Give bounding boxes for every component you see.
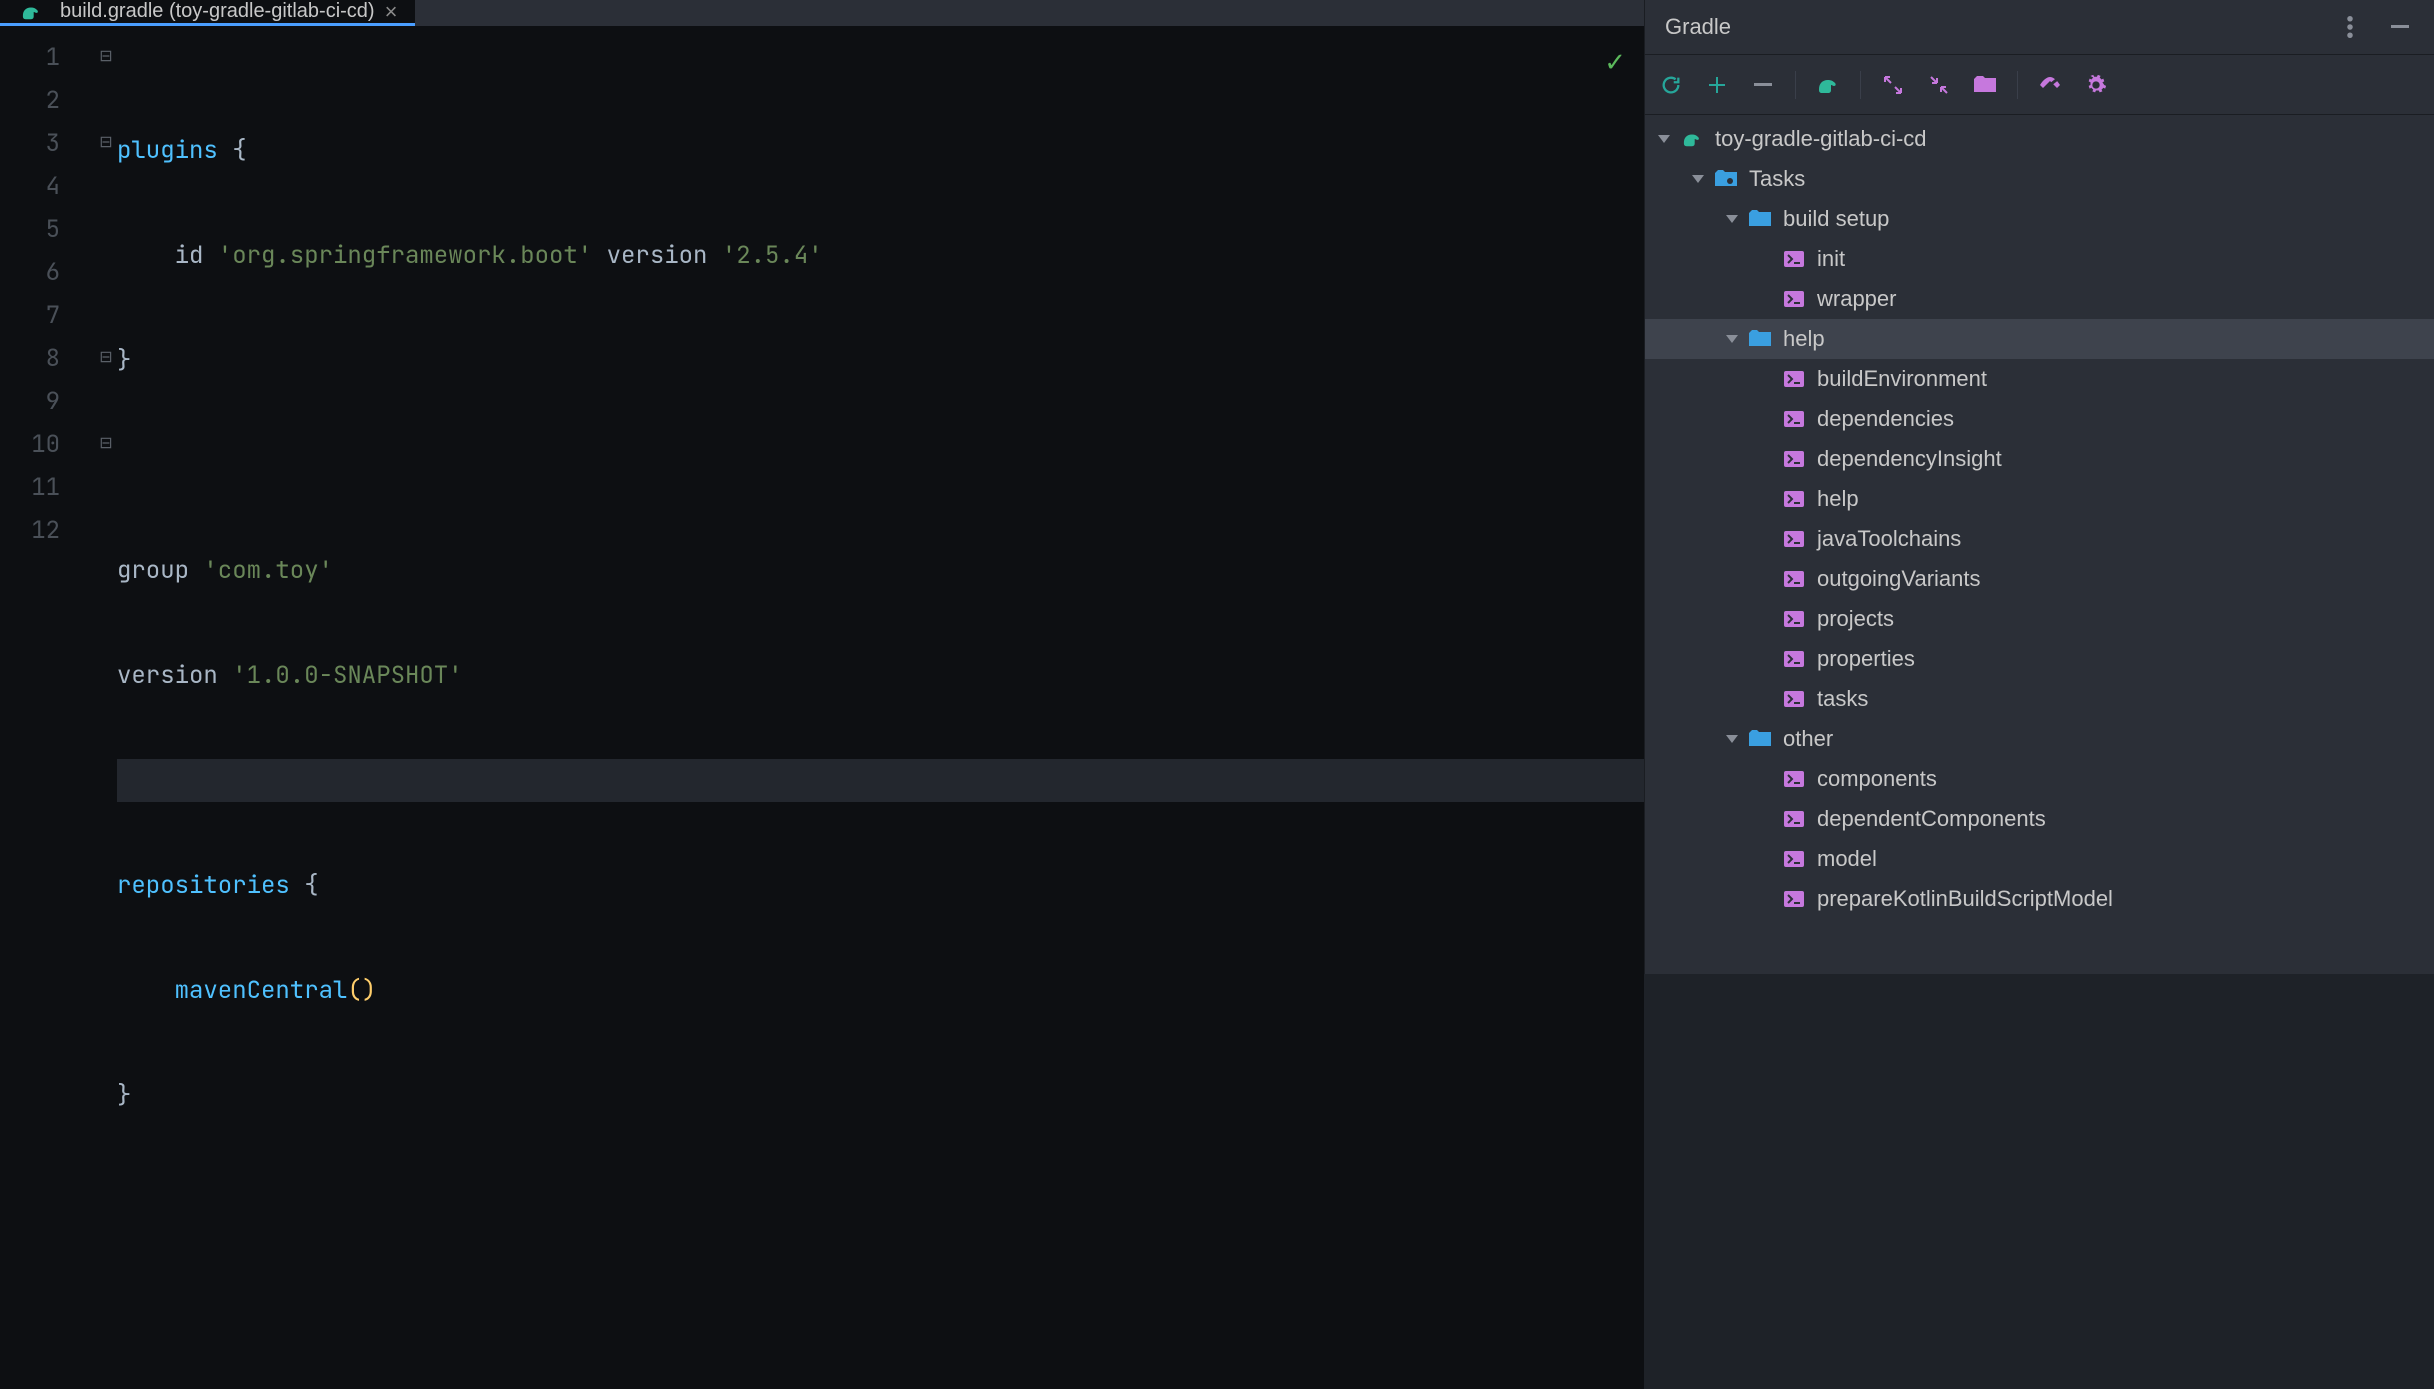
settings-icon[interactable] xyxy=(2082,71,2110,99)
tree-task-properties[interactable]: properties xyxy=(1645,639,2434,679)
tab-title: build.gradle (toy-gradle-gitlab-ci-cd) xyxy=(60,0,375,23)
task-icon xyxy=(1781,251,1807,267)
minus-icon[interactable] xyxy=(1749,71,1777,99)
tree-build-setup-group[interactable]: build setup xyxy=(1645,199,2434,239)
task-icon xyxy=(1781,891,1807,907)
line-number-gutter: 1 2 3 4 5 6 7 8 9 10 11 12 xyxy=(0,26,95,1389)
tree-task-wrapper[interactable]: wrapper xyxy=(1645,279,2434,319)
project-structure-icon[interactable] xyxy=(1971,71,1999,99)
tree-task-dependentcomponents[interactable]: dependentComponents xyxy=(1645,799,2434,839)
tab-bar: build.gradle (toy-gradle-gitlab-ci-cd) × xyxy=(0,0,1644,26)
tree-task-init[interactable]: init xyxy=(1645,239,2434,279)
tree-other-group[interactable]: other xyxy=(1645,719,2434,759)
refresh-icon[interactable] xyxy=(1657,71,1685,99)
elephant-icon xyxy=(1679,130,1705,148)
minimize-icon[interactable] xyxy=(2386,13,2414,41)
task-icon xyxy=(1781,771,1807,787)
task-icon xyxy=(1781,291,1807,307)
tree-tasks-group[interactable]: Tasks xyxy=(1645,159,2434,199)
task-icon xyxy=(1781,611,1807,627)
tree-task-tasks[interactable]: tasks xyxy=(1645,679,2434,719)
tree-task-components[interactable]: components xyxy=(1645,759,2434,799)
tree-task-dependencyinsight[interactable]: dependencyInsight xyxy=(1645,439,2434,479)
task-icon xyxy=(1781,691,1807,707)
folder-gear-icon xyxy=(1713,170,1739,188)
task-icon xyxy=(1781,651,1807,667)
status-check-icon: ✓ xyxy=(1604,44,1626,79)
tree-task-preparekotlin[interactable]: prepareKotlinBuildScriptModel xyxy=(1645,879,2434,919)
tree-task-dependencies[interactable]: dependencies xyxy=(1645,399,2434,439)
gradle-header: Gradle xyxy=(1645,0,2434,55)
folder-gear-icon xyxy=(1747,210,1773,228)
close-icon[interactable]: × xyxy=(385,1,398,23)
tab-build-gradle[interactable]: build.gradle (toy-gradle-gitlab-ci-cd) × xyxy=(0,0,415,26)
elephant-icon xyxy=(18,3,44,21)
expand-icon[interactable] xyxy=(1879,71,1907,99)
gradle-tree: toy-gradle-gitlab-ci-cd Tasks build setu… xyxy=(1645,115,2434,974)
tree-task-model[interactable]: model xyxy=(1645,839,2434,879)
tree-task-help[interactable]: help xyxy=(1645,479,2434,519)
offline-icon[interactable] xyxy=(2036,71,2064,99)
folder-gear-icon xyxy=(1747,330,1773,348)
task-icon xyxy=(1781,371,1807,387)
editor-body[interactable]: 1 2 3 4 5 6 7 8 9 10 11 12 ⊟⊟⊟⊟ ✓ plugin… xyxy=(0,26,1644,1389)
plus-icon[interactable] xyxy=(1703,71,1731,99)
collapse-icon[interactable] xyxy=(1925,71,1953,99)
gradle-tool-window: Gradle toy-gradle-gitlab-ci-cd Tasks xyxy=(1644,0,2434,974)
task-icon xyxy=(1781,571,1807,587)
task-icon xyxy=(1781,411,1807,427)
editor-pane: build.gradle (toy-gradle-gitlab-ci-cd) ×… xyxy=(0,0,1644,974)
fold-column: ⊟⊟⊟⊟ xyxy=(95,26,117,1389)
task-icon xyxy=(1781,851,1807,867)
execute-icon[interactable] xyxy=(1814,71,1842,99)
tree-task-javatoolchains[interactable]: javaToolchains xyxy=(1645,519,2434,559)
tree-task-outgoingvariants[interactable]: outgoingVariants xyxy=(1645,559,2434,599)
task-icon xyxy=(1781,531,1807,547)
gradle-title: Gradle xyxy=(1665,14,1731,40)
folder-gear-icon xyxy=(1747,730,1773,748)
tree-project-root[interactable]: toy-gradle-gitlab-ci-cd xyxy=(1645,119,2434,159)
task-icon xyxy=(1781,451,1807,467)
tree-help-group[interactable]: help xyxy=(1645,319,2434,359)
task-icon xyxy=(1781,491,1807,507)
tree-task-projects[interactable]: projects xyxy=(1645,599,2434,639)
code-area[interactable]: ✓ plugins { id 'org.springframework.boot… xyxy=(117,26,1644,1389)
gradle-toolbar xyxy=(1645,55,2434,115)
task-icon xyxy=(1781,811,1807,827)
more-icon[interactable] xyxy=(2336,13,2364,41)
tree-task-buildenvironment[interactable]: buildEnvironment xyxy=(1645,359,2434,399)
